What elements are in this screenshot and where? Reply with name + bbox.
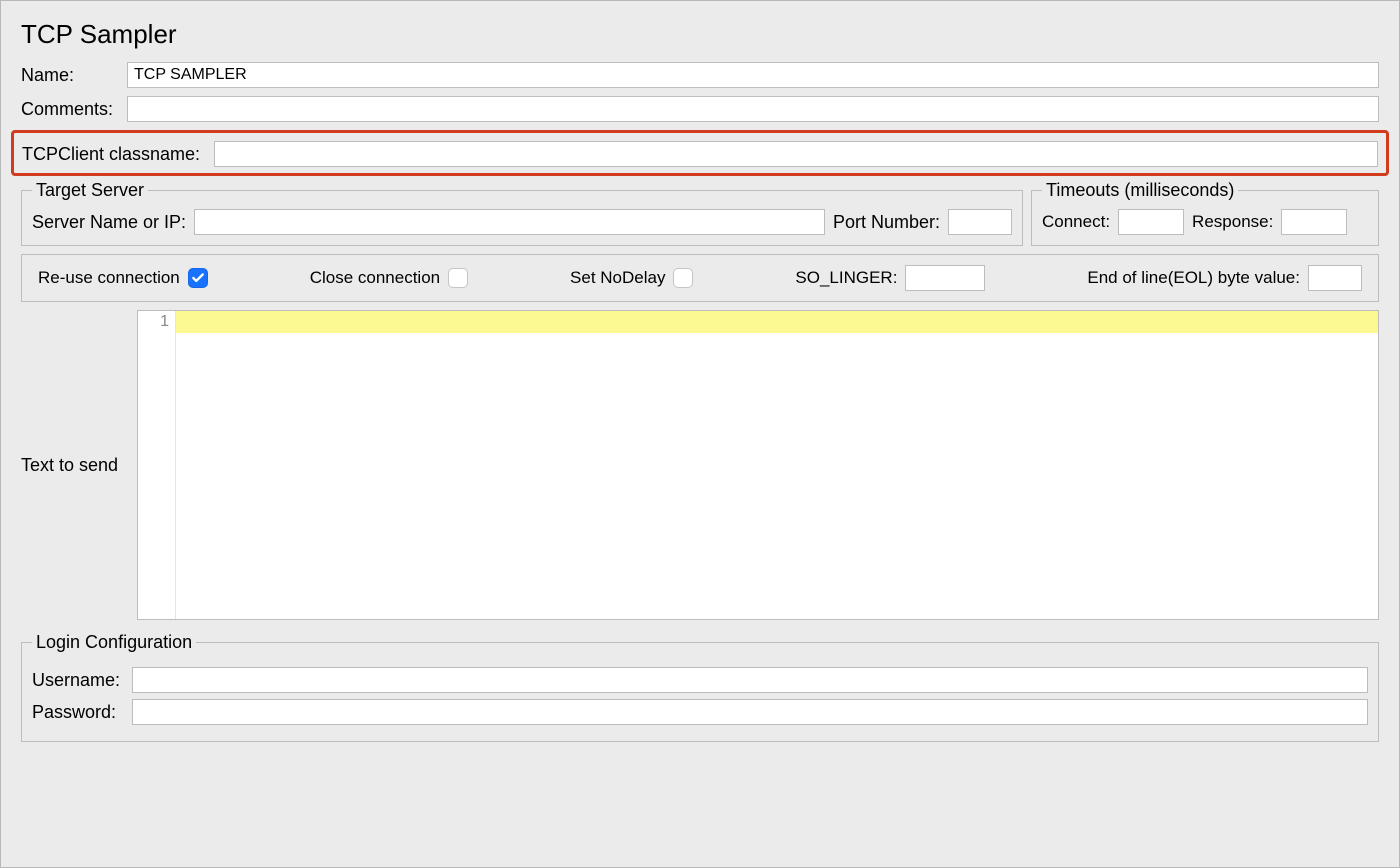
close-connection-label: Close connection (310, 268, 440, 288)
tcp-sampler-panel: TCP Sampler Name: Comments: TCPClient cl… (1, 1, 1399, 752)
tcpclient-classname-highlight: TCPClient classname: (11, 130, 1389, 176)
set-nodelay-label: Set NoDelay (570, 268, 665, 288)
password-input[interactable] (132, 699, 1368, 725)
tcpclient-classname-label: TCPClient classname: (22, 144, 214, 165)
comments-row: Comments: (21, 96, 1379, 122)
name-input[interactable] (127, 62, 1379, 88)
name-label: Name: (21, 65, 127, 86)
editor-code-area[interactable] (176, 311, 1378, 619)
username-input[interactable] (132, 667, 1368, 693)
tcpclient-classname-input[interactable] (214, 141, 1378, 167)
username-label: Username: (32, 670, 132, 691)
port-number-label: Port Number: (833, 212, 940, 233)
target-server-fieldset: Target Server Server Name or IP: Port Nu… (21, 180, 1023, 246)
line-number: 1 (138, 313, 169, 331)
text-to-send-row: Text to send 1 (21, 310, 1379, 620)
comments-label: Comments: (21, 99, 127, 120)
login-configuration-fieldset: Login Configuration Username: Password: (21, 632, 1379, 742)
set-nodelay-checkbox[interactable] (673, 268, 693, 288)
reuse-connection-label: Re-use connection (38, 268, 180, 288)
so-linger-label: SO_LINGER: (795, 268, 897, 288)
close-connection-checkbox[interactable] (448, 268, 468, 288)
port-number-input[interactable] (948, 209, 1012, 235)
panel-title: TCP Sampler (21, 11, 1379, 62)
eol-byte-label: End of line(EOL) byte value: (1087, 268, 1300, 288)
server-name-input[interactable] (194, 209, 825, 235)
server-name-label: Server Name or IP: (32, 212, 186, 233)
server-timeouts-row: Target Server Server Name or IP: Port Nu… (21, 180, 1379, 246)
check-icon (191, 271, 205, 285)
timeouts-fieldset: Timeouts (milliseconds) Connect: Respons… (1031, 180, 1379, 246)
connection-options-bar: Re-use connection Close connection Set N… (21, 254, 1379, 302)
text-to-send-label: Text to send (21, 455, 137, 476)
connect-timeout-label: Connect: (1042, 212, 1110, 232)
editor-current-line (176, 311, 1378, 333)
text-to-send-editor[interactable]: 1 (137, 310, 1379, 620)
eol-byte-input[interactable] (1308, 265, 1362, 291)
login-configuration-legend: Login Configuration (32, 632, 196, 653)
target-server-legend: Target Server (32, 180, 148, 201)
comments-input[interactable] (127, 96, 1379, 122)
reuse-connection-checkbox[interactable] (188, 268, 208, 288)
timeouts-legend: Timeouts (milliseconds) (1042, 180, 1238, 201)
password-label: Password: (32, 702, 132, 723)
response-timeout-input[interactable] (1281, 209, 1347, 235)
editor-gutter: 1 (138, 311, 176, 619)
name-row: Name: (21, 62, 1379, 88)
connect-timeout-input[interactable] (1118, 209, 1184, 235)
so-linger-input[interactable] (905, 265, 985, 291)
response-timeout-label: Response: (1192, 212, 1273, 232)
